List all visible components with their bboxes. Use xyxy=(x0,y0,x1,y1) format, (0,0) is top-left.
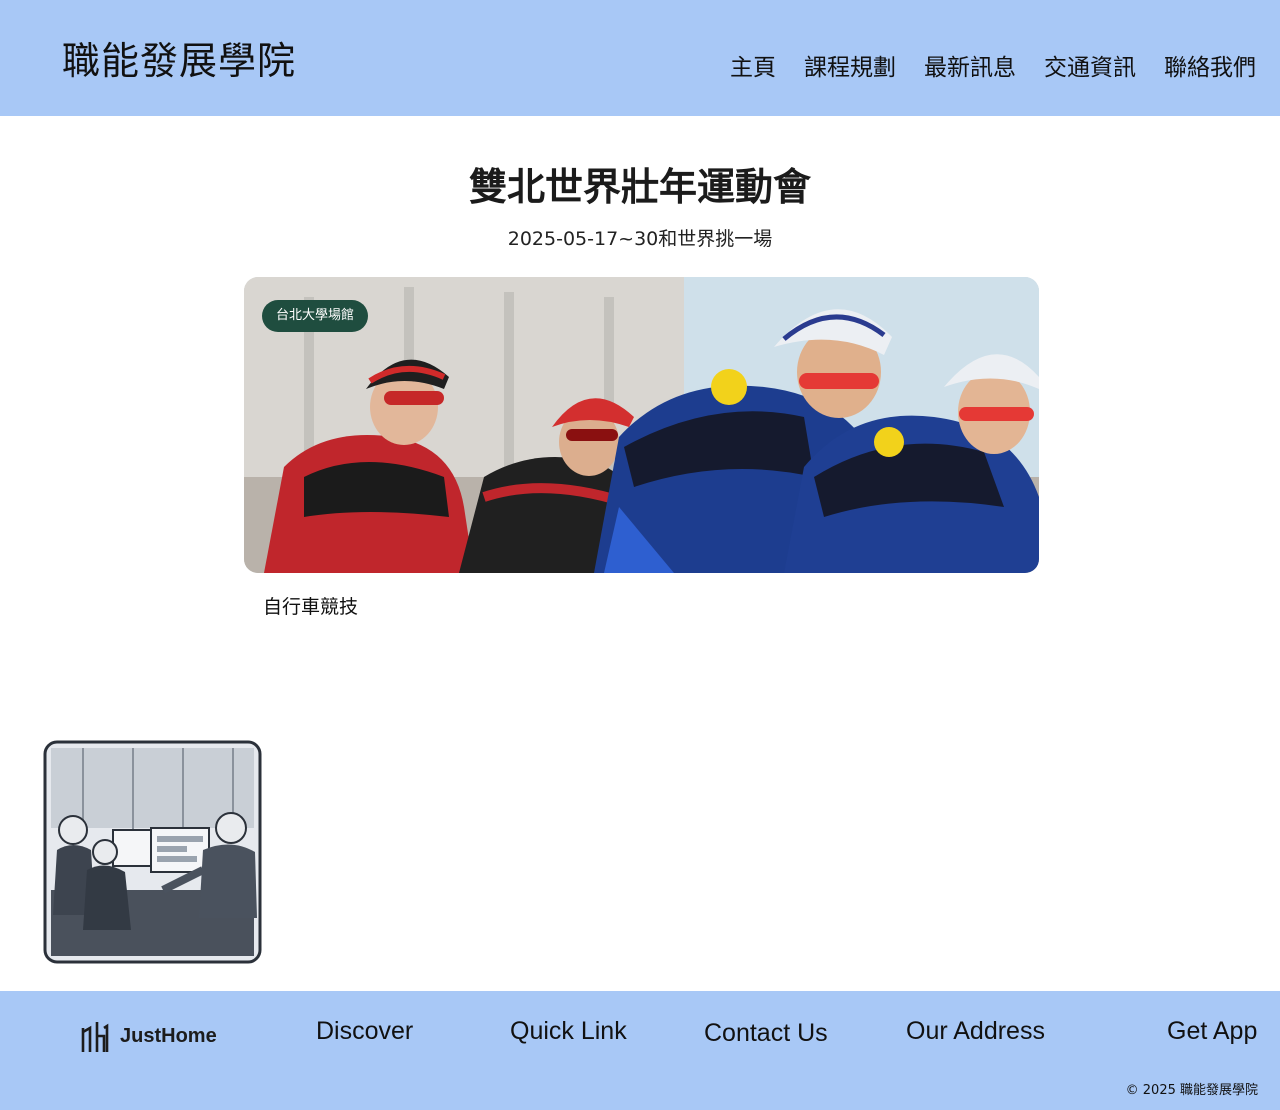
footer-link-quick-link[interactable]: Quick Link xyxy=(510,1017,627,1046)
footer-link-get-app[interactable]: Get App xyxy=(1167,1017,1257,1046)
nav-item-news[interactable]: 最新訊息 xyxy=(924,48,1016,82)
footer-link-our-address[interactable]: Our Address xyxy=(906,1017,1045,1046)
page-subtitle: 2025-05-17~30和世界挑一場 xyxy=(507,228,773,250)
venue-badge: 台北大學場館 xyxy=(262,300,369,332)
event-card[interactable]: 台北大學場館 xyxy=(244,277,1039,573)
nav-item-contact[interactable]: 聯絡我們 xyxy=(1164,48,1256,82)
nav-item-courses[interactable]: 課程規劃 xyxy=(804,48,896,82)
page-title: 雙北世界壯年運動會 xyxy=(468,165,811,209)
site-footer: JustHome Discover Quick Link Contact Us … xyxy=(0,991,1280,1110)
footer-link-discover[interactable]: Discover xyxy=(316,1017,413,1046)
main-nav: 主頁 課程規劃 最新訊息 交通資訊 聯絡我們 xyxy=(730,48,1256,82)
office-illustration xyxy=(43,740,262,964)
footer-link-contact-us[interactable]: Contact Us xyxy=(704,1019,828,1048)
nav-item-home[interactable]: 主頁 xyxy=(730,48,776,82)
justhome-logo-icon xyxy=(81,1022,109,1052)
footer-logo[interactable]: JustHome xyxy=(80,1018,217,1054)
nav-item-transport[interactable]: 交通資訊 xyxy=(1044,48,1136,82)
site-brand[interactable]: 職能發展學院 xyxy=(62,30,296,85)
site-header: 職能發展學院 主頁 課程規劃 最新訊息 交通資訊 聯絡我們 xyxy=(0,0,1280,116)
copyright-text: © 2025 職能發展學院 xyxy=(1125,1083,1258,1098)
event-caption[interactable]: 自行車競技 xyxy=(263,592,358,619)
footer-logo-text: JustHome xyxy=(120,1024,217,1047)
